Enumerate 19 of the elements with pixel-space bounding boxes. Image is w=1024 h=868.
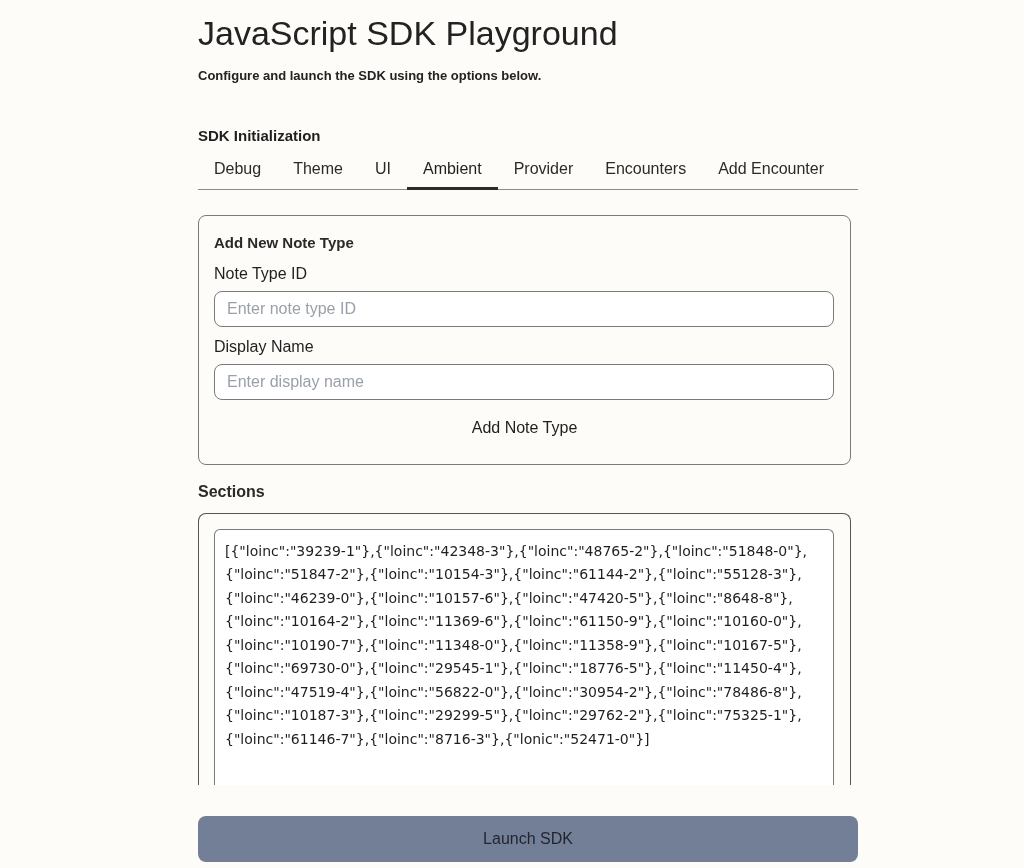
field-label: Sections [198, 481, 265, 502]
tab[interactable]: Add Encounter [702, 149, 841, 190]
field-label: Display Name [214, 336, 314, 357]
tab[interactable]: Theme [277, 149, 359, 190]
page-title: JavaScript SDK Playground [198, 13, 618, 53]
sections-textarea[interactable]: [{"loinc":"39239-1"},{"loinc":"42348-3"},{"loinc":"48765-2"},{"loinc":"51848-0"},{"loinc":"51847-2"},{"loinc":"10154-3"},{"loinc":"61144-2"},{"loinc":"55128-3"},{"loinc":"46239-0"},{"loinc":"10157-6"},{"loinc":"47420-5"},{"loinc":"8648-8"},{"loinc":"10164-2"},{"loinc":"11369-6"},{"loinc":"61150-9"},{"loinc":"10160-0"},{"loinc":"10190-7"},{"loinc":"11348-0"},{"loinc":"11358-9"},{"loinc":"10167-5"},{"loinc":"69730-0"},{"loinc":"29545-1"},{"loinc":"18776-5"},{"loinc":"11450-4"},{"loinc":"47519-4"},{"loinc":"56822-0"},{"loinc":"30954-2"},{"loinc":"78486-8"},{"loinc":"10187-3"},{"loinc":"29299-5"},{"loinc":"29762-2"},{"loinc":"75325-1"},{"loinc":"61146-7"},{"loinc":"8716-3"},{"lonic":"52471-0"}] [214, 528, 834, 785]
tab[interactable]: Provider [497, 149, 590, 190]
add-note-type-button[interactable]: Add Note Type [459, 407, 590, 448]
input-field[interactable]: Enter note type ID [214, 290, 834, 327]
tab[interactable]: UI [358, 149, 407, 190]
input-field[interactable]: Enter display name [214, 363, 834, 400]
field-label: Note Type ID [214, 263, 308, 284]
launch-sdk-button[interactable]: Launch SDK [198, 816, 858, 862]
tab[interactable]: Ambient [406, 149, 498, 190]
page-subtitle: Configure and launch the SDK using the options below. [198, 68, 542, 84]
tab[interactable]: Debug [198, 149, 278, 190]
section-heading: SDK Initialization [198, 126, 321, 146]
tab[interactable]: Encounters [589, 149, 703, 190]
card-heading: Add New Note Type [214, 232, 354, 253]
